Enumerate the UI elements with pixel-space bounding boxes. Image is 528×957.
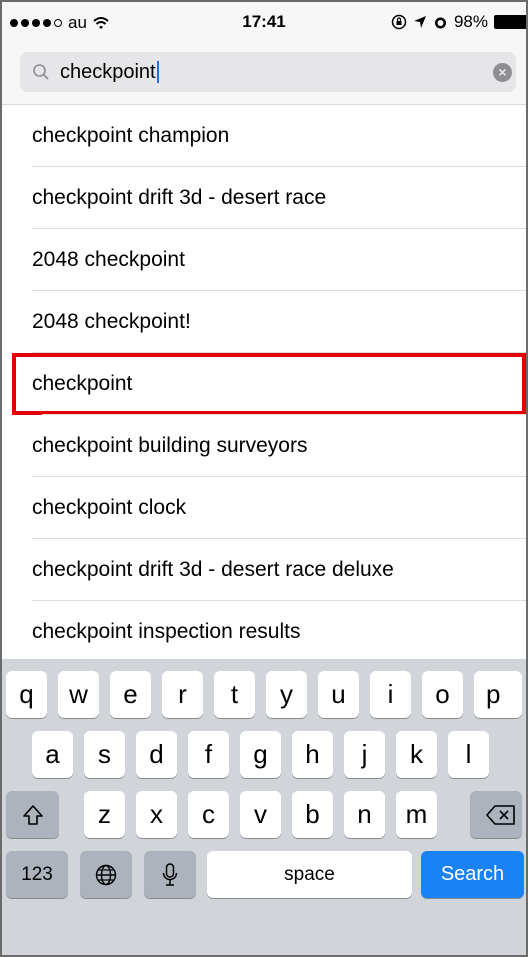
- key-w[interactable]: w: [58, 671, 99, 718]
- keyboard: q w e r t y u i o p a s d f g h j k l z …: [2, 659, 526, 955]
- suggestion-item[interactable]: checkpoint drift 3d - desert race deluxe: [2, 539, 526, 601]
- key-e[interactable]: e: [110, 671, 151, 718]
- suggestion-item[interactable]: checkpoint inspection results: [2, 601, 526, 663]
- suggestion-item[interactable]: checkpoint building surveyors: [2, 415, 526, 477]
- key-g[interactable]: g: [240, 731, 281, 778]
- shift-icon: [22, 804, 43, 825]
- suggestion-item[interactable]: checkpoint champion: [2, 105, 526, 167]
- battery-icon: [494, 15, 526, 29]
- key-d[interactable]: d: [136, 731, 177, 778]
- orientation-lock-icon: [391, 14, 407, 30]
- key-u[interactable]: u: [318, 671, 359, 718]
- key-m[interactable]: m: [396, 791, 437, 838]
- status-right: 98%: [391, 12, 526, 32]
- numbers-key[interactable]: 123: [6, 851, 68, 898]
- key-r[interactable]: r: [162, 671, 203, 718]
- globe-icon: [95, 864, 117, 885]
- search-icon: [33, 64, 49, 80]
- shift-key[interactable]: [6, 791, 59, 838]
- key-p[interactable]: p: [474, 671, 522, 718]
- clear-search-button[interactable]: ×: [493, 63, 512, 82]
- key-b[interactable]: b: [292, 791, 333, 838]
- battery-percent: 98%: [453, 12, 488, 31]
- key-a[interactable]: a: [32, 731, 73, 778]
- microphone-icon: [162, 862, 178, 886]
- search-bar: checkpoint ×: [2, 42, 526, 105]
- globe-key[interactable]: [80, 851, 132, 898]
- suggestion-item[interactable]: 2048 checkpoint!: [2, 291, 526, 353]
- status-bar: au 17:41 98%: [2, 2, 526, 42]
- key-j[interactable]: j: [344, 731, 385, 778]
- space-key[interactable]: space: [207, 851, 412, 898]
- key-c[interactable]: c: [188, 791, 229, 838]
- dictation-key[interactable]: [144, 851, 196, 898]
- key-n[interactable]: n: [344, 791, 385, 838]
- key-h[interactable]: h: [292, 731, 333, 778]
- backspace-key[interactable]: [470, 791, 522, 838]
- suggestion-item-highlighted[interactable]: checkpoint: [12, 353, 526, 415]
- key-v[interactable]: v: [240, 791, 281, 838]
- search-key[interactable]: Search: [421, 851, 524, 898]
- key-t[interactable]: t: [214, 671, 255, 718]
- suggestion-item[interactable]: checkpoint clock: [2, 477, 526, 539]
- search-input[interactable]: checkpoint ×: [20, 52, 516, 92]
- suggestion-item[interactable]: checkpoint drift 3d - desert race: [2, 167, 526, 229]
- location-icon: [413, 16, 426, 28]
- key-s[interactable]: s: [84, 731, 125, 778]
- key-y[interactable]: y: [266, 671, 307, 718]
- key-k[interactable]: k: [396, 731, 437, 778]
- suggestion-list: checkpoint champion checkpoint drift 3d …: [2, 105, 526, 663]
- key-i[interactable]: i: [370, 671, 411, 718]
- backspace-icon: [486, 804, 515, 825]
- key-x[interactable]: x: [136, 791, 177, 838]
- suggestion-item[interactable]: 2048 checkpoint: [2, 229, 526, 291]
- search-query-text: checkpoint: [60, 60, 156, 83]
- key-l[interactable]: l: [448, 731, 489, 778]
- text-cursor: [156, 61, 159, 84]
- key-q[interactable]: q: [6, 671, 47, 718]
- alarm-icon: [434, 17, 446, 28]
- key-o[interactable]: o: [422, 671, 463, 718]
- key-f[interactable]: f: [188, 731, 229, 778]
- key-z[interactable]: z: [84, 791, 125, 838]
- phone-screen: au 17:41 98% checkpoint × checkpoint cha…: [0, 0, 528, 957]
